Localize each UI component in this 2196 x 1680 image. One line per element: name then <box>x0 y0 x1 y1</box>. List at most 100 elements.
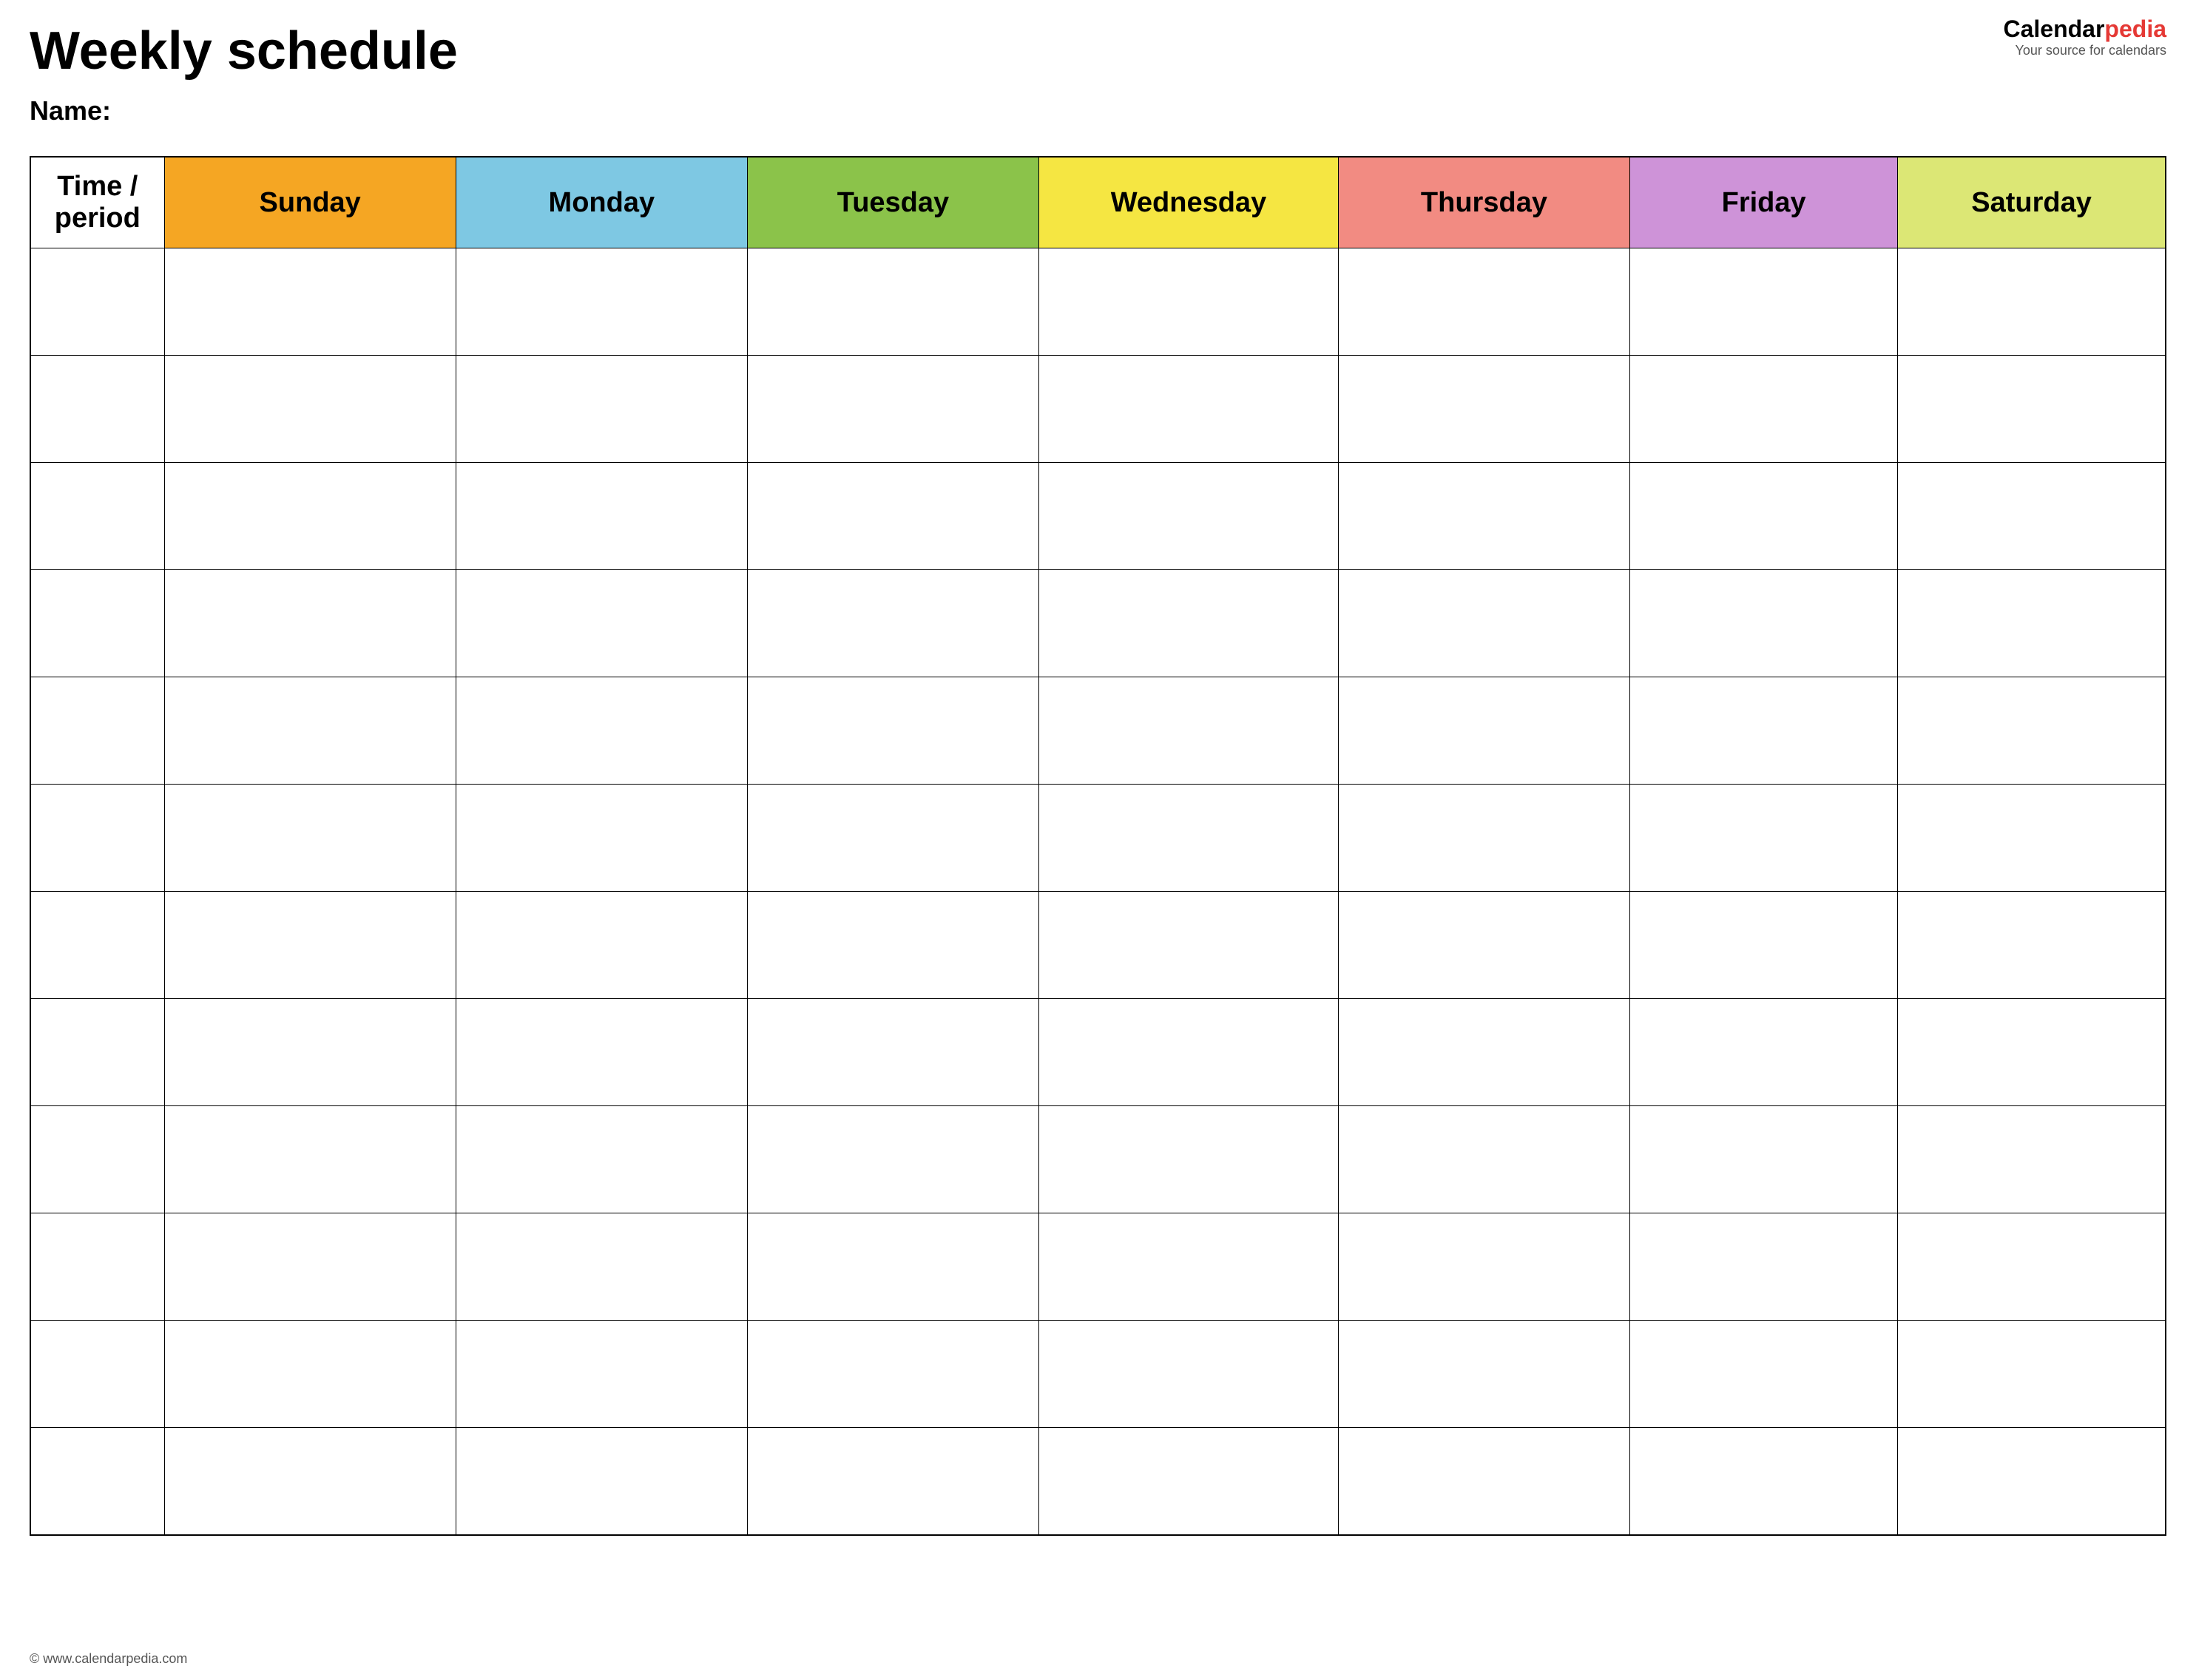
header-time: Time / period <box>30 157 164 248</box>
table-cell[interactable] <box>1630 785 1898 892</box>
table-cell[interactable] <box>456 570 747 677</box>
table-cell[interactable] <box>456 1321 747 1428</box>
table-cell[interactable] <box>1039 463 1339 570</box>
table-cell[interactable] <box>30 892 164 999</box>
table-cell[interactable] <box>1898 1106 2166 1213</box>
table-cell[interactable] <box>1039 1106 1339 1213</box>
table-cell[interactable] <box>1338 570 1629 677</box>
table-cell[interactable] <box>747 677 1038 785</box>
table-cell[interactable] <box>1898 785 2166 892</box>
table-cell[interactable] <box>1630 677 1898 785</box>
table-cell[interactable] <box>1338 785 1629 892</box>
table-cell[interactable] <box>1039 248 1339 356</box>
table-cell[interactable] <box>1039 892 1339 999</box>
table-cell[interactable] <box>456 1213 747 1321</box>
table-cell[interactable] <box>747 1428 1038 1535</box>
table-cell[interactable] <box>456 248 747 356</box>
table-cell[interactable] <box>456 677 747 785</box>
table-cell[interactable] <box>164 1213 456 1321</box>
table-cell[interactable] <box>1630 892 1898 999</box>
table-cell[interactable] <box>1898 999 2166 1106</box>
table-cell[interactable] <box>1338 677 1629 785</box>
table-cell[interactable] <box>164 1428 456 1535</box>
table-row <box>30 785 2166 892</box>
table-cell[interactable] <box>456 463 747 570</box>
table-cell[interactable] <box>30 356 164 463</box>
table-cell[interactable] <box>1630 248 1898 356</box>
table-cell[interactable] <box>1898 463 2166 570</box>
table-cell[interactable] <box>30 570 164 677</box>
table-cell[interactable] <box>1630 1428 1898 1535</box>
table-cell[interactable] <box>1338 892 1629 999</box>
table-cell[interactable] <box>1039 356 1339 463</box>
table-cell[interactable] <box>1630 1321 1898 1428</box>
table-cell[interactable] <box>30 463 164 570</box>
table-cell[interactable] <box>747 999 1038 1106</box>
table-cell[interactable] <box>30 677 164 785</box>
table-cell[interactable] <box>164 999 456 1106</box>
table-cell[interactable] <box>456 892 747 999</box>
table-cell[interactable] <box>1338 248 1629 356</box>
table-cell[interactable] <box>1630 1213 1898 1321</box>
table-cell[interactable] <box>164 785 456 892</box>
table-cell[interactable] <box>164 1106 456 1213</box>
table-cell[interactable] <box>1630 570 1898 677</box>
table-cell[interactable] <box>164 356 456 463</box>
table-cell[interactable] <box>747 463 1038 570</box>
table-cell[interactable] <box>30 1106 164 1213</box>
table-cell[interactable] <box>1338 463 1629 570</box>
table-cell[interactable] <box>1898 892 2166 999</box>
table-cell[interactable] <box>1338 1213 1629 1321</box>
table-cell[interactable] <box>747 892 1038 999</box>
table-cell[interactable] <box>164 892 456 999</box>
table-cell[interactable] <box>164 570 456 677</box>
table-cell[interactable] <box>164 248 456 356</box>
table-cell[interactable] <box>1338 1321 1629 1428</box>
table-cell[interactable] <box>1039 1321 1339 1428</box>
table-cell[interactable] <box>1039 1213 1339 1321</box>
table-cell[interactable] <box>1898 570 2166 677</box>
table-cell[interactable] <box>1630 999 1898 1106</box>
table-cell[interactable] <box>164 677 456 785</box>
table-cell[interactable] <box>30 785 164 892</box>
table-cell[interactable] <box>30 1213 164 1321</box>
table-cell[interactable] <box>164 463 456 570</box>
table-cell[interactable] <box>1039 1428 1339 1535</box>
table-row <box>30 463 2166 570</box>
table-cell[interactable] <box>1338 1106 1629 1213</box>
table-cell[interactable] <box>1898 1428 2166 1535</box>
table-cell[interactable] <box>1898 1321 2166 1428</box>
table-cell[interactable] <box>1039 570 1339 677</box>
table-cell[interactable] <box>30 1428 164 1535</box>
table-cell[interactable] <box>747 356 1038 463</box>
table-cell[interactable] <box>456 356 747 463</box>
table-cell[interactable] <box>747 1106 1038 1213</box>
table-cell[interactable] <box>1898 356 2166 463</box>
table-cell[interactable] <box>1338 356 1629 463</box>
table-cell[interactable] <box>747 248 1038 356</box>
table-cell[interactable] <box>164 1321 456 1428</box>
table-cell[interactable] <box>1630 1106 1898 1213</box>
table-cell[interactable] <box>30 248 164 356</box>
table-cell[interactable] <box>1039 999 1339 1106</box>
table-cell[interactable] <box>1630 463 1898 570</box>
table-cell[interactable] <box>1630 356 1898 463</box>
table-cell[interactable] <box>1898 1213 2166 1321</box>
table-cell[interactable] <box>747 570 1038 677</box>
table-cell[interactable] <box>747 1213 1038 1321</box>
table-cell[interactable] <box>30 999 164 1106</box>
table-cell[interactable] <box>456 785 747 892</box>
table-cell[interactable] <box>1039 677 1339 785</box>
table-cell[interactable] <box>456 1428 747 1535</box>
table-cell[interactable] <box>1338 1428 1629 1535</box>
table-cell[interactable] <box>1898 248 2166 356</box>
table-cell[interactable] <box>747 1321 1038 1428</box>
table-cell[interactable] <box>747 785 1038 892</box>
table-cell[interactable] <box>1338 999 1629 1106</box>
table-cell[interactable] <box>456 999 747 1106</box>
table-cell[interactable] <box>30 1321 164 1428</box>
table-cell[interactable] <box>1898 677 2166 785</box>
header-saturday: Saturday <box>1898 157 2166 248</box>
table-cell[interactable] <box>1039 785 1339 892</box>
table-cell[interactable] <box>456 1106 747 1213</box>
